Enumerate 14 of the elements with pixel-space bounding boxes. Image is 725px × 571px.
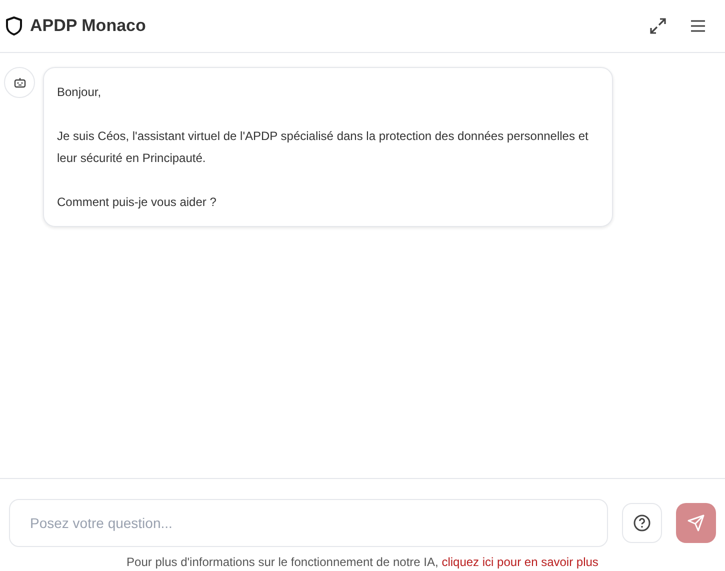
shield-icon [5, 16, 23, 36]
app-title: APDP Monaco [30, 15, 146, 38]
help-button[interactable] [622, 503, 662, 543]
info-text: Pour plus d'informations sur le fonctionnement de notre IA, [126, 555, 438, 569]
bot-avatar-icon [4, 67, 35, 98]
message-text: Bonjour, [57, 84, 102, 101]
message-text: Je suis Céos, l'assistant virtuel de l'APDP spécialisé dans la protection des données personnelles et leur sécurité en Principauté. [57, 128, 590, 167]
question-icon [633, 514, 651, 532]
expand-icon[interactable] [648, 16, 668, 36]
send-icon [687, 514, 705, 532]
message-text: Comment puis-je vous aider ? [57, 194, 218, 211]
learn-more-link[interactable]: cliquez ici pour en savoir plus [442, 555, 598, 569]
question-input[interactable]: Posez votre question... [9, 499, 608, 547]
menu-icon[interactable] [690, 19, 706, 33]
